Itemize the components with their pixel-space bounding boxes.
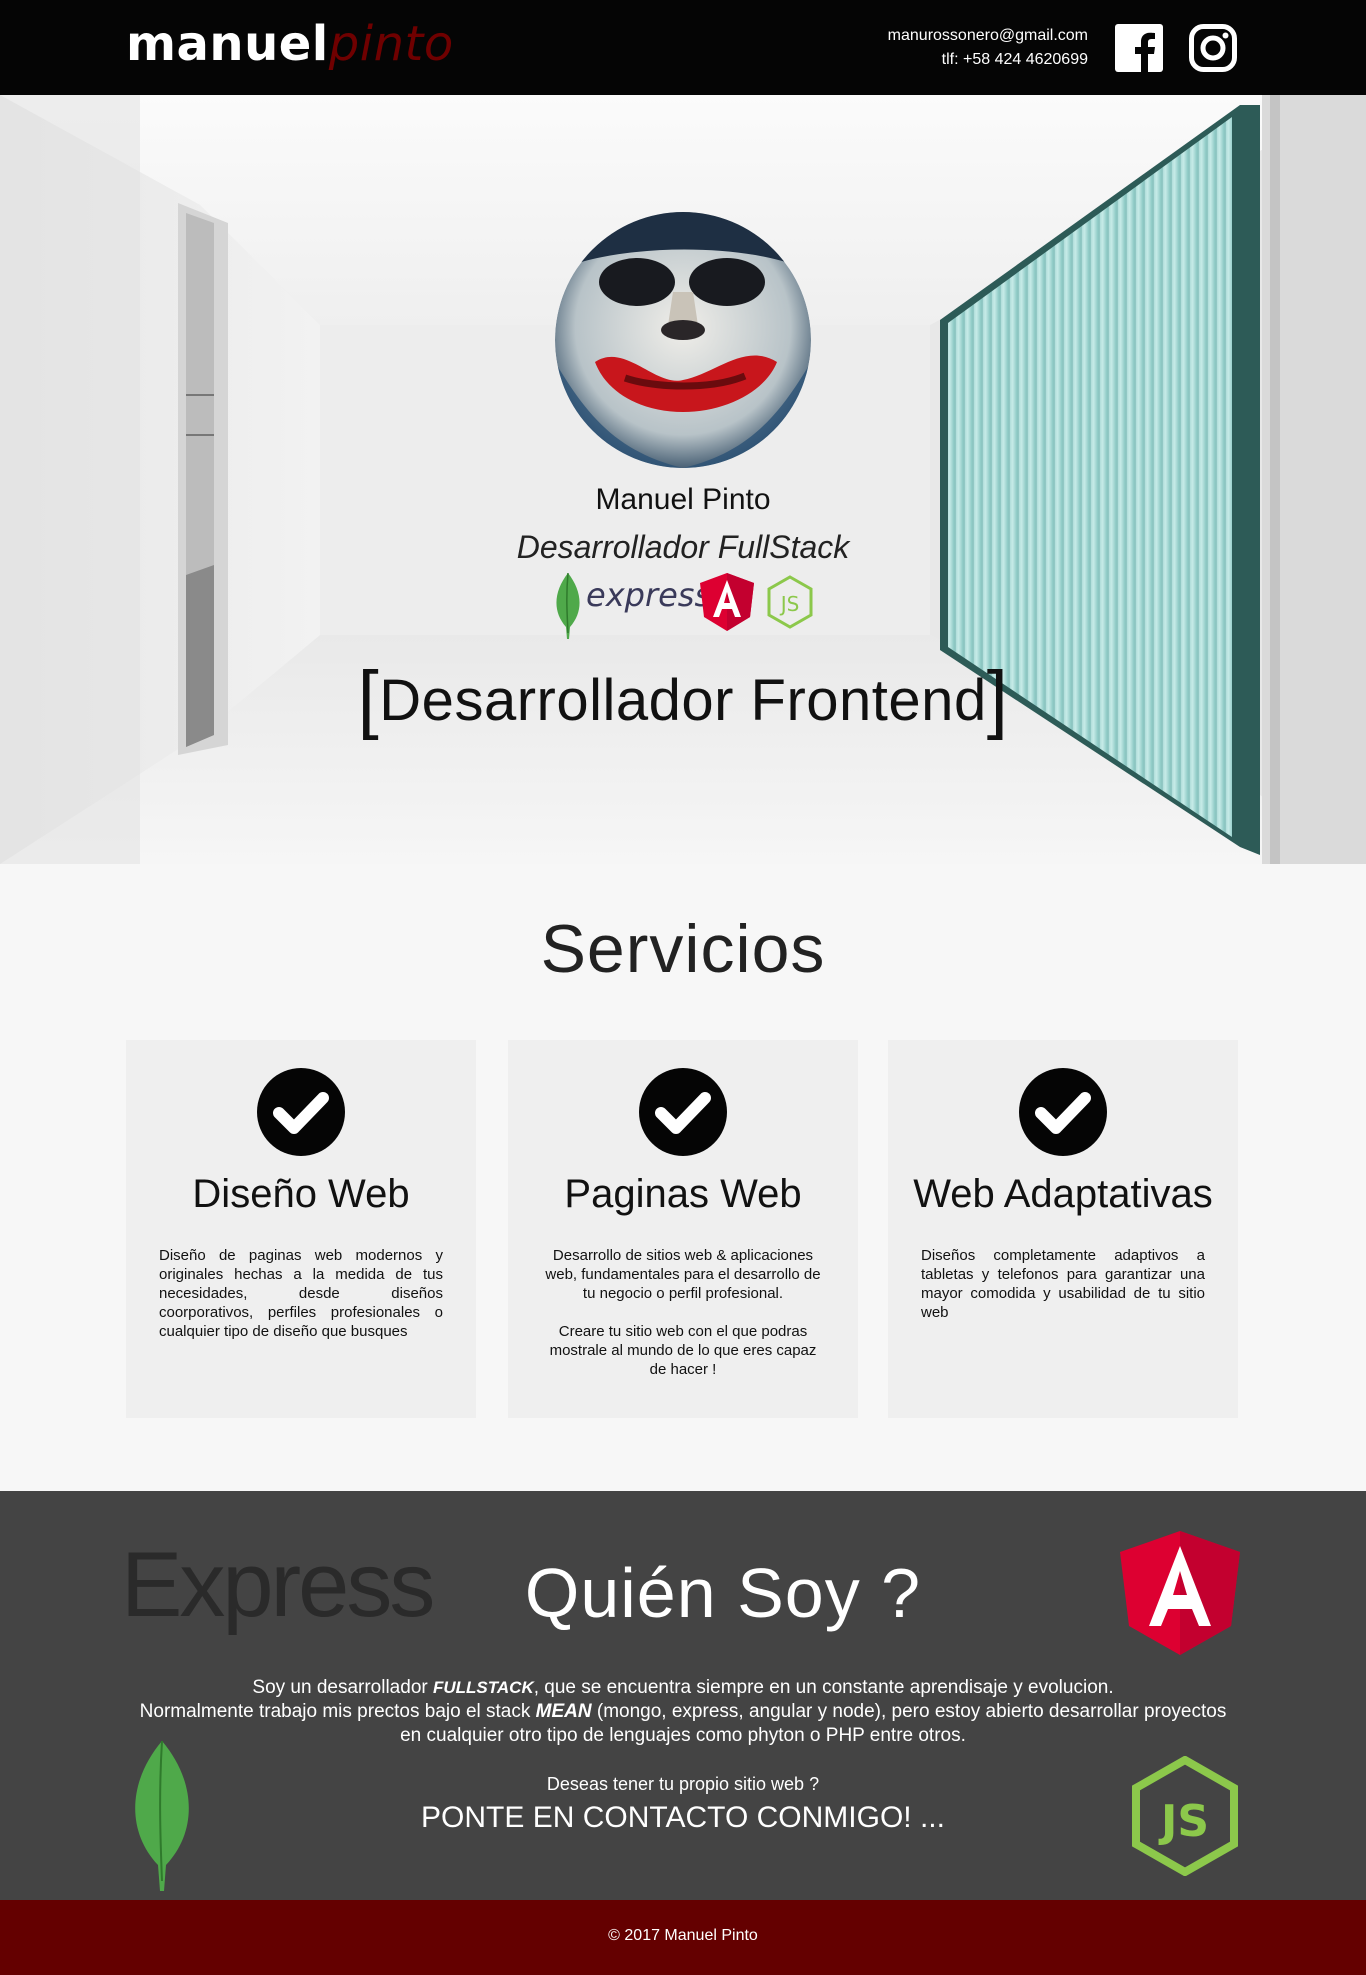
hero-name: Manuel Pinto <box>595 483 771 516</box>
hero-section: Manuel Pinto Desarrollador FullStack exp… <box>0 95 1366 864</box>
site-footer: © 2017 Manuel Pinto <box>0 1900 1366 1975</box>
contact-info: manurossonero@gmail.com tlf: +58 424 462… <box>888 24 1088 72</box>
check-icon <box>639 1068 727 1156</box>
about-text-segment: Normalmente trabajo mis prectos bajo el … <box>139 1701 536 1722</box>
service-card-text: Diseño de paginas web modernos y origina… <box>159 1246 443 1341</box>
service-card-paragraph: Diseños completamente adaptivos a tablet… <box>921 1247 1205 1321</box>
bracket-close: ] <box>986 656 1009 741</box>
logo-last-name: pinto <box>328 16 454 72</box>
mean-emphasis: MEAN <box>535 1701 592 1722</box>
about-text-segment: Soy un desarrollador <box>252 1677 433 1698</box>
service-card-title: Paginas Web <box>564 1172 802 1216</box>
fullstack-emphasis: FULLSTACK <box>433 1678 534 1697</box>
bracket-open: [ <box>357 656 380 741</box>
profile-avatar <box>555 212 811 468</box>
service-card-title: Diseño Web <box>192 1172 410 1216</box>
nodejs-icon: JS <box>767 575 813 629</box>
services-title: Servicios <box>540 911 826 987</box>
about-text-segment: , que se encuentra siempre en un constan… <box>533 1677 1114 1698</box>
service-card-paragraph: Diseño de paginas web modernos y origina… <box>159 1247 443 1340</box>
logo-first-name: manuel <box>126 16 329 72</box>
typed-text: Desarrollador Frontend <box>379 668 987 733</box>
facebook-icon[interactable] <box>1115 24 1163 72</box>
hero-background-image <box>0 95 1366 864</box>
hero-typed-title: [Desarrollador Frontend] <box>0 651 1366 741</box>
check-icon <box>257 1068 345 1156</box>
copyright-text: © 2017 Manuel Pinto <box>608 1927 758 1944</box>
about-line-2: Normalmente trabajo mis prectos bajo el … <box>130 1700 1236 1748</box>
about-line-1: Soy un desarrollador FULLSTACK, que se e… <box>130 1676 1236 1700</box>
angular-icon <box>1120 1531 1240 1655</box>
service-card-text: Diseños completamente adaptivos a tablet… <box>921 1246 1205 1322</box>
instagram-icon[interactable] <box>1189 24 1237 72</box>
nodejs-icon: JS <box>1132 1756 1238 1876</box>
check-icon <box>1019 1068 1107 1156</box>
service-card-web-adaptativas: Web Adaptativas Diseños completamente ad… <box>888 1040 1238 1418</box>
tech-stack-logos: express JS <box>548 573 818 639</box>
service-card-diseno-web: Diseño Web Diseño de paginas web moderno… <box>126 1040 476 1418</box>
contact-phone: tlf: +58 424 4620699 <box>941 51 1088 68</box>
service-card-paginas-web: Paginas Web Desarrollo de sitios web & a… <box>508 1040 858 1418</box>
site-logo[interactable]: manuelpinto <box>126 14 454 74</box>
contact-email[interactable]: manurossonero@gmail.com <box>888 24 1088 48</box>
service-card-paragraph: Desarrollo de sitios web & aplicaciones … <box>545 1247 821 1302</box>
service-card-text: Desarrollo de sitios web & aplicaciones … <box>541 1246 825 1379</box>
hero-role: Desarrollador FullStack <box>516 529 850 565</box>
about-section: Express Quién Soy ? Soy un desarrollador… <box>0 1491 1366 1900</box>
mongodb-icon <box>556 573 580 639</box>
service-card-paragraph: Creare tu sitio web con el que podras mo… <box>549 1323 817 1378</box>
service-card-title: Web Adaptativas <box>913 1172 1213 1216</box>
express-logo: express <box>586 576 712 614</box>
svg-text:JS: JS <box>779 592 800 616</box>
svg-text:JS: JS <box>1158 1796 1209 1847</box>
site-header: manuelpinto manurossonero@gmail.com tlf:… <box>0 0 1366 95</box>
about-description: Soy un desarrollador FULLSTACK, que se e… <box>130 1676 1236 1748</box>
angular-icon <box>700 573 754 631</box>
